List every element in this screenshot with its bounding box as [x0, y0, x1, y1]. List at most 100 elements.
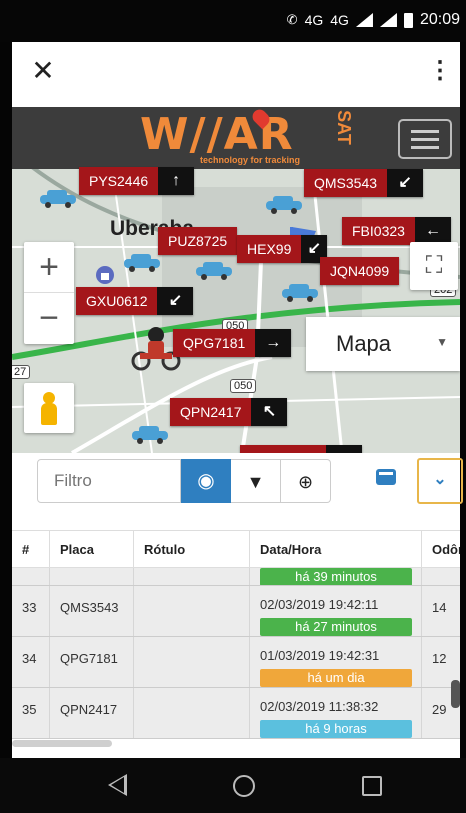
row-datetime: 02/03/2019 11:38:32: [260, 699, 379, 714]
horizontal-scrollbar[interactable]: [12, 740, 112, 747]
filter-input[interactable]: [37, 459, 181, 503]
heading-arrow-icon: ↑: [158, 167, 195, 195]
heading-arrow-icon: ↙: [387, 169, 424, 197]
car-icon[interactable]: [264, 193, 304, 215]
zoom-control: + −: [24, 242, 74, 344]
car-icon[interactable]: [38, 187, 78, 209]
status-badge: há 9 horas: [260, 720, 412, 738]
plate-text: FBI0323: [342, 217, 415, 245]
plate-text: QPG7181: [173, 329, 256, 357]
road-shield: 27: [12, 365, 31, 379]
heading-arrow-icon: ←: [414, 217, 451, 245]
map-type-select[interactable]: Mapa ▼: [306, 317, 460, 371]
table-header: # Placa Rótulo Data/Hora Odôm: [12, 530, 460, 569]
vehicle-plate-marker[interactable]: JQN4099: [320, 257, 400, 285]
vehicle-plate-marker[interactable]: HEX99 ↙: [237, 235, 328, 263]
vehicle-plate-marker[interactable]: QMS3543 ↙: [304, 169, 424, 197]
screen: ✆ 4G 4G 20:09 ✕ ⋮ W//AR SAT technology f…: [0, 0, 466, 813]
lifebuoy-button[interactable]: ◉: [181, 459, 231, 503]
filter-funnel-button[interactable]: ▼: [231, 459, 281, 503]
row-plate: QPG7181: [60, 651, 118, 666]
zoom-in-button[interactable]: +: [24, 242, 74, 292]
system-nav-bar: [0, 758, 466, 813]
zoom-out-button[interactable]: −: [24, 293, 74, 343]
clock: 20:09: [419, 11, 460, 28]
network-type: 4G: [304, 12, 324, 28]
vehicle-plate-marker[interactable]: PUZ8725: [158, 227, 238, 255]
table-row[interactable]: 33 QMS3543 02/03/2019 19:42:11 há 27 min…: [12, 586, 460, 637]
map-view[interactable]: W//AR SAT technology for tracking Uberab…: [12, 107, 460, 453]
row-datetime: 02/03/2019 19:42:11: [260, 597, 379, 612]
vehicle-plate-marker[interactable]: GXU0612 ↙: [76, 287, 194, 315]
back-icon[interactable]: [108, 774, 127, 796]
car-icon[interactable]: [130, 423, 170, 445]
row-odometer: 14: [432, 600, 447, 615]
warsat-logo: W//AR SAT technology for tracking: [140, 109, 354, 167]
filter-toolbar: ◉ ▼ ⊕ ⌄: [12, 453, 463, 530]
car-icon[interactable]: [280, 281, 320, 303]
heading-arrow-icon: →: [255, 329, 292, 357]
hamburger-menu-icon[interactable]: [398, 119, 452, 159]
status-bar: ✆ 4G 4G 20:09: [0, 0, 466, 42]
table-row[interactable]: 35 QPN2417 02/03/2019 11:38:32 há 9 hora…: [12, 688, 460, 739]
zoom-search-button[interactable]: ⊕: [281, 459, 331, 503]
more-vert-icon[interactable]: ⋮: [428, 54, 452, 88]
plate-text: PUZ8725: [158, 227, 238, 255]
logo-tagline: technology for tracking: [200, 155, 301, 165]
map-type-label: Mapa: [336, 331, 392, 356]
column-header[interactable]: Data/Hora: [250, 531, 422, 569]
car-icon[interactable]: [194, 259, 234, 281]
vertical-scrollbar[interactable]: [451, 680, 460, 708]
expand-chevron-button[interactable]: ⌄: [417, 458, 463, 504]
row-plate: QMS3543: [60, 600, 119, 615]
heading-arrow-icon: [326, 445, 362, 453]
plate-text: JQN4099: [320, 257, 400, 285]
chevron-down-icon: ▼: [436, 335, 448, 349]
status-badge: há 27 minutos: [260, 618, 412, 636]
table-row[interactable]: há 39 minutos: [12, 568, 460, 586]
row-datetime: 01/03/2019 19:42:31: [260, 648, 380, 663]
home-icon[interactable]: [233, 775, 255, 797]
signal-icon-2: [379, 13, 397, 27]
shopping-bag-icon: [96, 266, 114, 284]
column-header[interactable]: #: [12, 531, 50, 569]
row-number: 34: [22, 651, 37, 666]
column-header[interactable]: Placa: [50, 531, 134, 569]
vehicle-table: # Placa Rótulo Data/Hora Odôm há 39 minu…: [12, 530, 460, 758]
street-view-pegman-icon[interactable]: [24, 383, 74, 433]
plate-text: QMS3543: [304, 169, 388, 197]
card-view-icon[interactable]: [376, 469, 396, 485]
recent-apps-icon[interactable]: [362, 776, 382, 796]
logo-suffix: SAT: [333, 110, 354, 145]
network-type-2: 4G: [330, 12, 349, 28]
plate-text: GXU0612: [76, 287, 158, 315]
column-header[interactable]: Odôm: [422, 531, 460, 569]
column-header[interactable]: Rótulo: [134, 531, 250, 569]
status-badge: há um dia: [260, 669, 412, 687]
row-number: 33: [22, 600, 37, 615]
plate-text: QPN2417: [170, 398, 252, 426]
vehicle-plate-marker[interactable]: QPN2417 ↖: [170, 398, 288, 426]
row-plate: QPN2417: [60, 702, 118, 717]
row-odometer: 29: [432, 702, 447, 717]
vehicle-plate-marker[interactable]: FBI0323 ←: [342, 217, 451, 245]
row-odometer: 12: [432, 651, 447, 666]
road-shield: 050: [230, 379, 257, 393]
heading-arrow-icon: ↖: [251, 398, 288, 426]
table-row[interactable]: 34 QPG7181 01/03/2019 19:42:31 há um dia…: [12, 637, 460, 688]
battery-icon: [403, 12, 413, 28]
close-icon[interactable]: ✕: [26, 54, 60, 88]
vehicle-plate-marker[interactable]: [240, 445, 362, 453]
signal-icon: [355, 13, 373, 27]
wifi-call-icon: ✆: [286, 12, 298, 27]
logo-main-text: W//AR: [140, 109, 294, 160]
fullscreen-icon[interactable]: ⛶: [410, 242, 458, 290]
plate-text: [240, 445, 326, 453]
plate-text: HEX99: [237, 235, 302, 263]
plate-text: PYS2446: [79, 167, 159, 195]
heading-arrow-icon: ↙: [157, 287, 194, 315]
vehicle-plate-marker[interactable]: PYS2446 ↑: [79, 167, 195, 195]
app-bar: ✕ ⋮: [12, 42, 460, 107]
vehicle-plate-marker[interactable]: QPG7181 →: [173, 329, 292, 357]
car-icon[interactable]: [122, 251, 162, 273]
